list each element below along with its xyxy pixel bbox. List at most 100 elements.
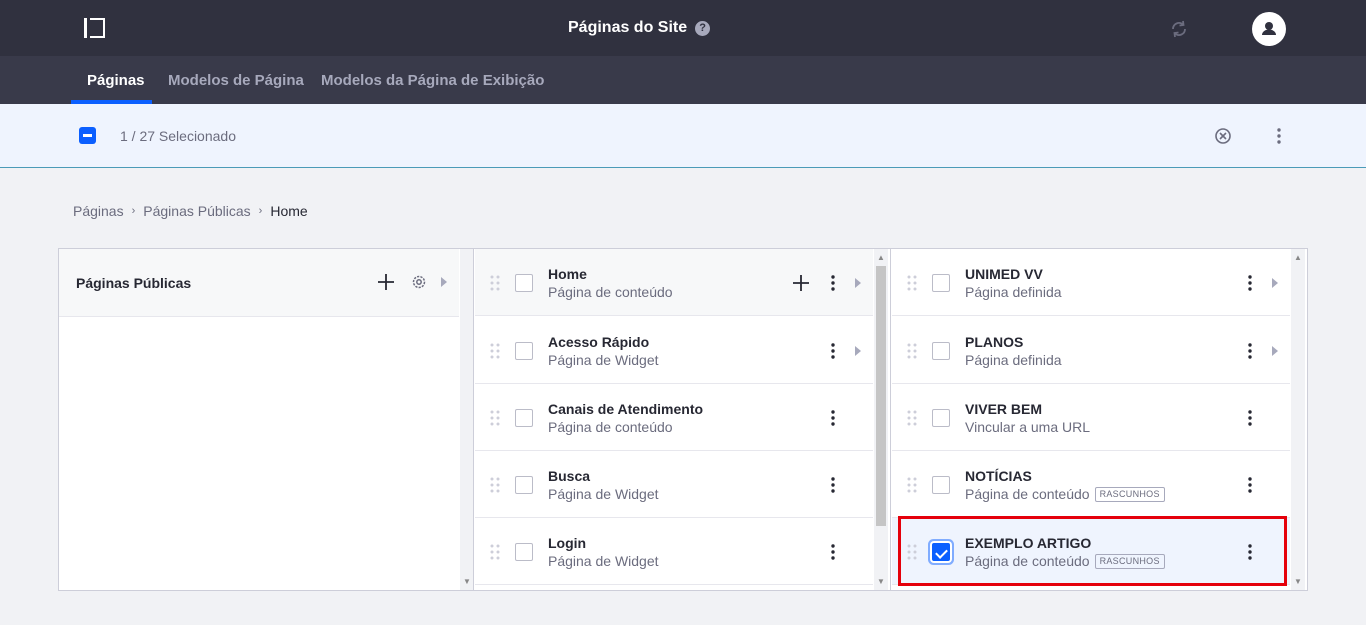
kebab-menu-icon[interactable]	[1240, 341, 1260, 361]
tab-label: Modelos da Página de Exibição	[321, 72, 545, 89]
row-subtitle: Página de conteúdo	[965, 486, 1090, 502]
clear-selection-icon[interactable]	[1214, 127, 1232, 145]
row-subtitle: Página definida	[965, 352, 1062, 368]
drag-handle-icon[interactable]	[907, 544, 917, 560]
add-child-page-icon[interactable]	[792, 274, 810, 292]
chevron-right-icon[interactable]	[439, 275, 449, 289]
row-checkbox[interactable]	[515, 274, 533, 292]
miller-columns: Páginas Públicas ▼ Home Página de conteú…	[58, 248, 1308, 591]
row-title: Busca	[548, 468, 591, 484]
kebab-menu-icon[interactable]	[823, 341, 843, 361]
tab-modelos-pagina-exibicao[interactable]: Modelos da Página de Exibição	[321, 56, 544, 104]
drag-handle-icon[interactable]	[490, 410, 500, 426]
selection-count: 1 / 27 Selecionado	[120, 128, 236, 144]
scroll-down-arrow[interactable]: ▼	[462, 578, 472, 586]
kebab-menu-icon[interactable]	[1240, 273, 1260, 293]
list-item[interactable]: Acesso Rápido Página de Widget	[475, 317, 873, 384]
refresh-icon[interactable]	[1168, 18, 1190, 40]
row-title: Acesso Rápido	[548, 334, 650, 350]
drag-handle-icon[interactable]	[907, 275, 917, 291]
list-item[interactable]: UNIMED VV Página definida	[892, 249, 1290, 316]
row-checkbox[interactable]	[932, 274, 950, 292]
column-home: Home Página de conteúdo Acesso Rápido Pá…	[475, 249, 891, 590]
tab-paginas[interactable]: Páginas	[71, 56, 152, 104]
row-checkbox[interactable]	[515, 476, 533, 494]
user-avatar[interactable]	[1252, 12, 1286, 46]
tab-modelos-de-pagina[interactable]: Modelos de Página	[168, 56, 304, 104]
row-subtitle: Página definida	[965, 284, 1062, 300]
kebab-menu-icon[interactable]	[1240, 542, 1260, 562]
kebab-menu-icon[interactable]	[1240, 408, 1260, 428]
chevron-right-icon[interactable]	[853, 344, 863, 358]
drag-handle-icon[interactable]	[907, 477, 917, 493]
drag-handle-icon[interactable]	[490, 477, 500, 493]
row-title: UNIMED VV	[965, 266, 1043, 282]
kebab-menu-icon[interactable]	[823, 475, 843, 495]
scroll-up-arrow[interactable]: ▲	[876, 254, 886, 262]
row-subtitle: Página de Widget	[548, 352, 659, 368]
gear-icon[interactable]	[410, 273, 428, 291]
chevron-right-icon: ›	[258, 205, 263, 217]
management-toolbar: 1 / 27 Selecionado	[0, 104, 1366, 168]
list-item[interactable]: Home Página de conteúdo	[475, 249, 873, 316]
navigation-tabs: Páginas Modelos de Página Modelos da Pág…	[0, 56, 1366, 104]
user-icon	[1262, 22, 1276, 35]
add-page-icon[interactable]	[377, 273, 395, 291]
row-checkbox[interactable]	[932, 342, 950, 360]
column-title: Páginas Públicas	[76, 275, 192, 291]
kebab-menu-icon[interactable]	[1269, 126, 1289, 146]
breadcrumb-item[interactable]: Páginas Públicas	[143, 203, 250, 219]
list-item[interactable]: Canais de Atendimento Página de conteúdo	[475, 384, 873, 451]
drag-handle-icon[interactable]	[907, 343, 917, 359]
breadcrumb: Páginas › Páginas Públicas › Home	[73, 203, 308, 219]
row-checkbox[interactable]	[932, 409, 950, 427]
row-checkbox[interactable]	[515, 342, 533, 360]
scrollbar[interactable]: ▲ ▼	[874, 249, 888, 590]
list-item[interactable]: Login Página de Widget	[475, 518, 873, 585]
drag-handle-icon[interactable]	[907, 410, 917, 426]
scroll-thumb[interactable]	[876, 266, 886, 526]
row-subtitle: Página de Widget	[548, 486, 659, 502]
column-header[interactable]: Páginas Públicas	[59, 249, 459, 317]
drag-handle-icon[interactable]	[490, 343, 500, 359]
kebab-menu-icon[interactable]	[823, 273, 843, 293]
list-item[interactable]: PLANOS Página definida	[892, 317, 1290, 384]
scrollbar[interactable]: ▼	[460, 249, 473, 590]
kebab-menu-icon[interactable]	[1240, 475, 1260, 495]
help-icon[interactable]: ?	[695, 20, 711, 36]
list-item-selected[interactable]: EXEMPLO ARTIGO Página de conteúdo RASCUN…	[892, 518, 1290, 585]
row-title: Canais de Atendimento	[548, 401, 704, 417]
scroll-up-arrow[interactable]: ▲	[1293, 254, 1303, 262]
select-all-checkbox[interactable]	[79, 127, 96, 144]
chevron-right-icon[interactable]	[1270, 276, 1280, 290]
column-children: UNIMED VV Página definida PLANOS Página …	[892, 249, 1307, 590]
tab-label: Páginas	[87, 72, 145, 89]
scrollbar[interactable]: ▲ ▼	[1291, 249, 1305, 590]
row-checkbox-checked[interactable]	[932, 543, 950, 561]
chevron-right-icon[interactable]	[1270, 344, 1280, 358]
row-checkbox[interactable]	[932, 476, 950, 494]
row-title: NOTÍCIAS	[965, 468, 1032, 484]
row-subtitle: Página de conteúdo	[548, 284, 673, 300]
scroll-down-arrow[interactable]: ▼	[876, 578, 886, 586]
breadcrumb-current: Home	[270, 203, 308, 219]
chevron-right-icon[interactable]	[853, 276, 863, 290]
row-title: EXEMPLO ARTIGO	[965, 535, 1092, 551]
row-title: Login	[548, 535, 587, 551]
scroll-down-arrow[interactable]: ▼	[1293, 578, 1303, 586]
sidebar-toggle-icon[interactable]	[84, 18, 106, 38]
tab-label: Modelos de Página	[168, 72, 304, 89]
drag-handle-icon[interactable]	[490, 544, 500, 560]
page-title: Páginas do Site	[568, 19, 688, 36]
list-item[interactable]: Busca Página de Widget	[475, 451, 873, 518]
breadcrumb-item[interactable]: Páginas	[73, 203, 124, 219]
top-bar: Páginas do Site ?	[0, 0, 1366, 56]
row-checkbox[interactable]	[515, 543, 533, 561]
row-checkbox[interactable]	[515, 409, 533, 427]
drag-handle-icon[interactable]	[490, 275, 500, 291]
list-item[interactable]: NOTÍCIAS Página de conteúdo RASCUNHOS	[892, 451, 1290, 518]
kebab-menu-icon[interactable]	[823, 542, 843, 562]
row-subtitle: Página de Widget	[548, 553, 659, 569]
kebab-menu-icon[interactable]	[823, 408, 843, 428]
list-item[interactable]: VIVER BEM Vincular a uma URL	[892, 384, 1290, 451]
